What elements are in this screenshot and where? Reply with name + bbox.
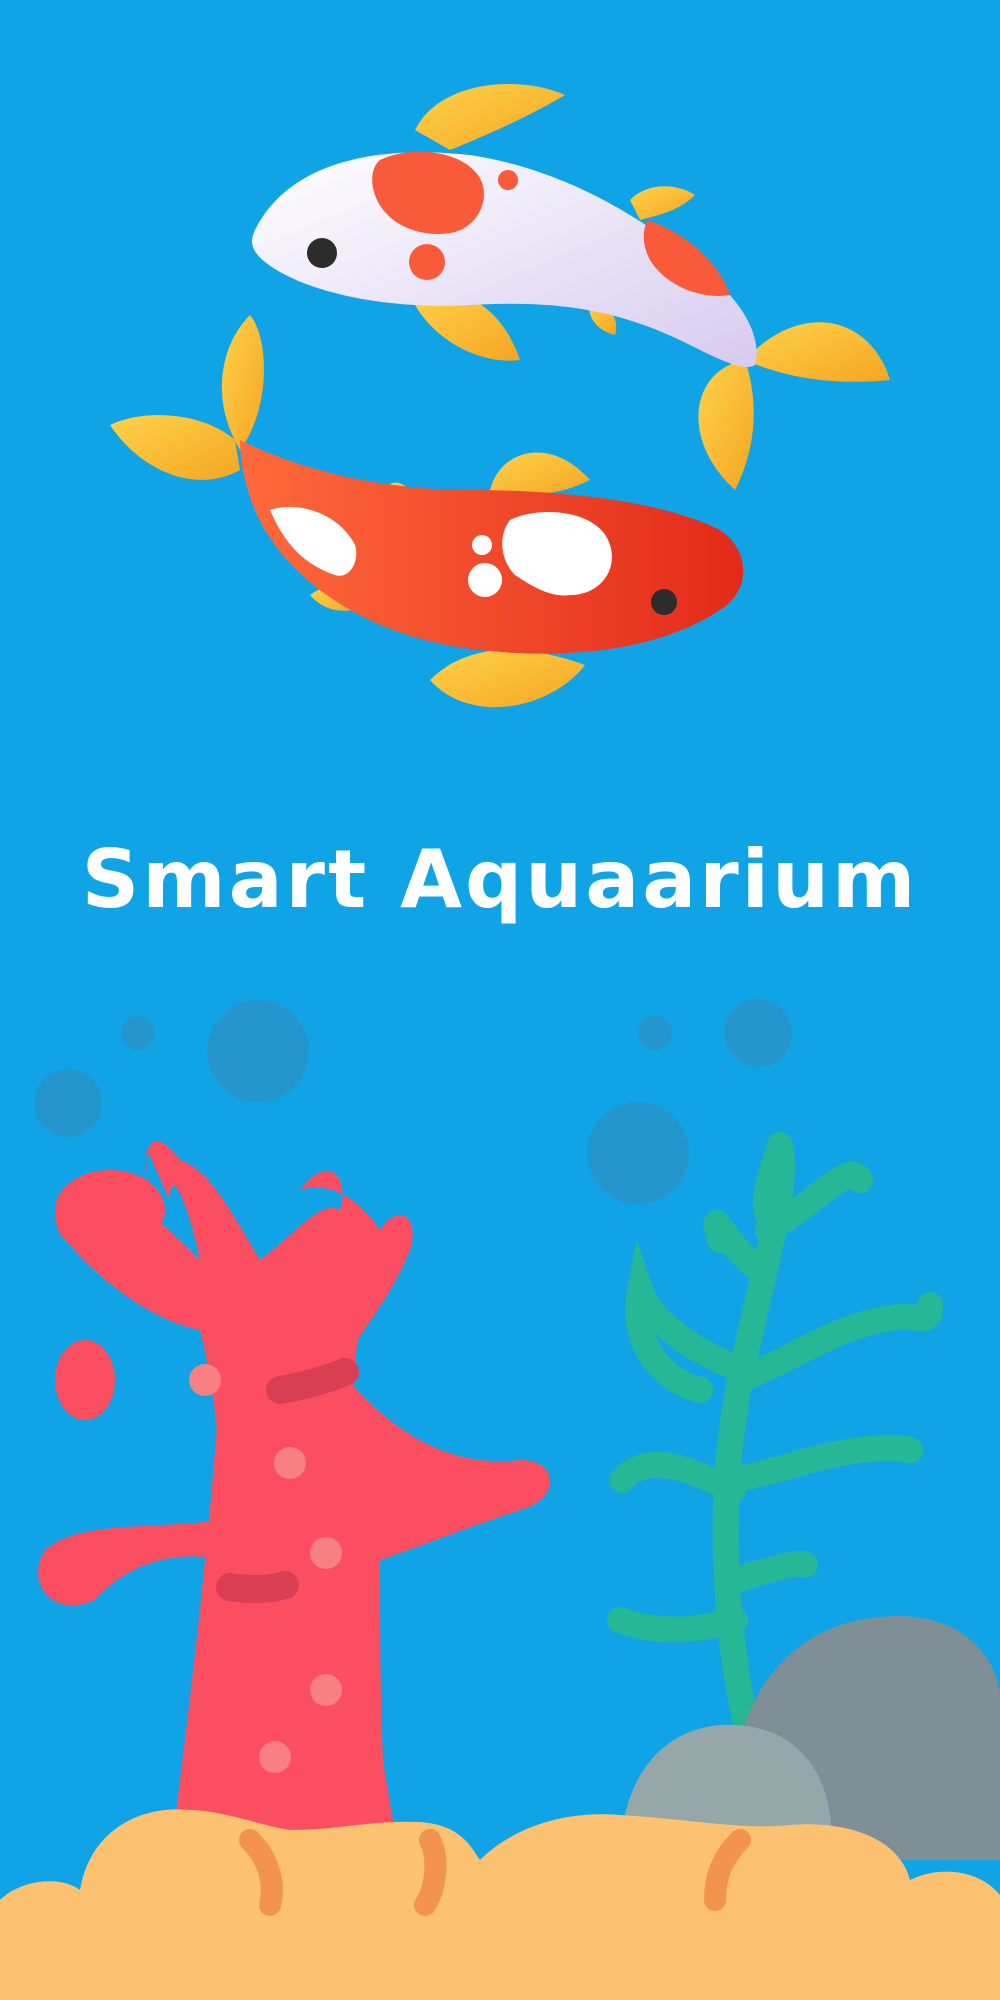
koi-fish-pair-icon bbox=[110, 84, 890, 708]
splash-illustration bbox=[0, 84, 1000, 2000]
coral-icon bbox=[38, 1141, 550, 1860]
white-koi-icon bbox=[252, 84, 890, 490]
red-koi-icon bbox=[110, 315, 744, 708]
app-title: Smart Aquaarium bbox=[81, 833, 919, 926]
sand-icon bbox=[0, 1809, 1000, 2000]
splash-screen: Smart Aquaarium bbox=[0, 0, 1000, 2000]
